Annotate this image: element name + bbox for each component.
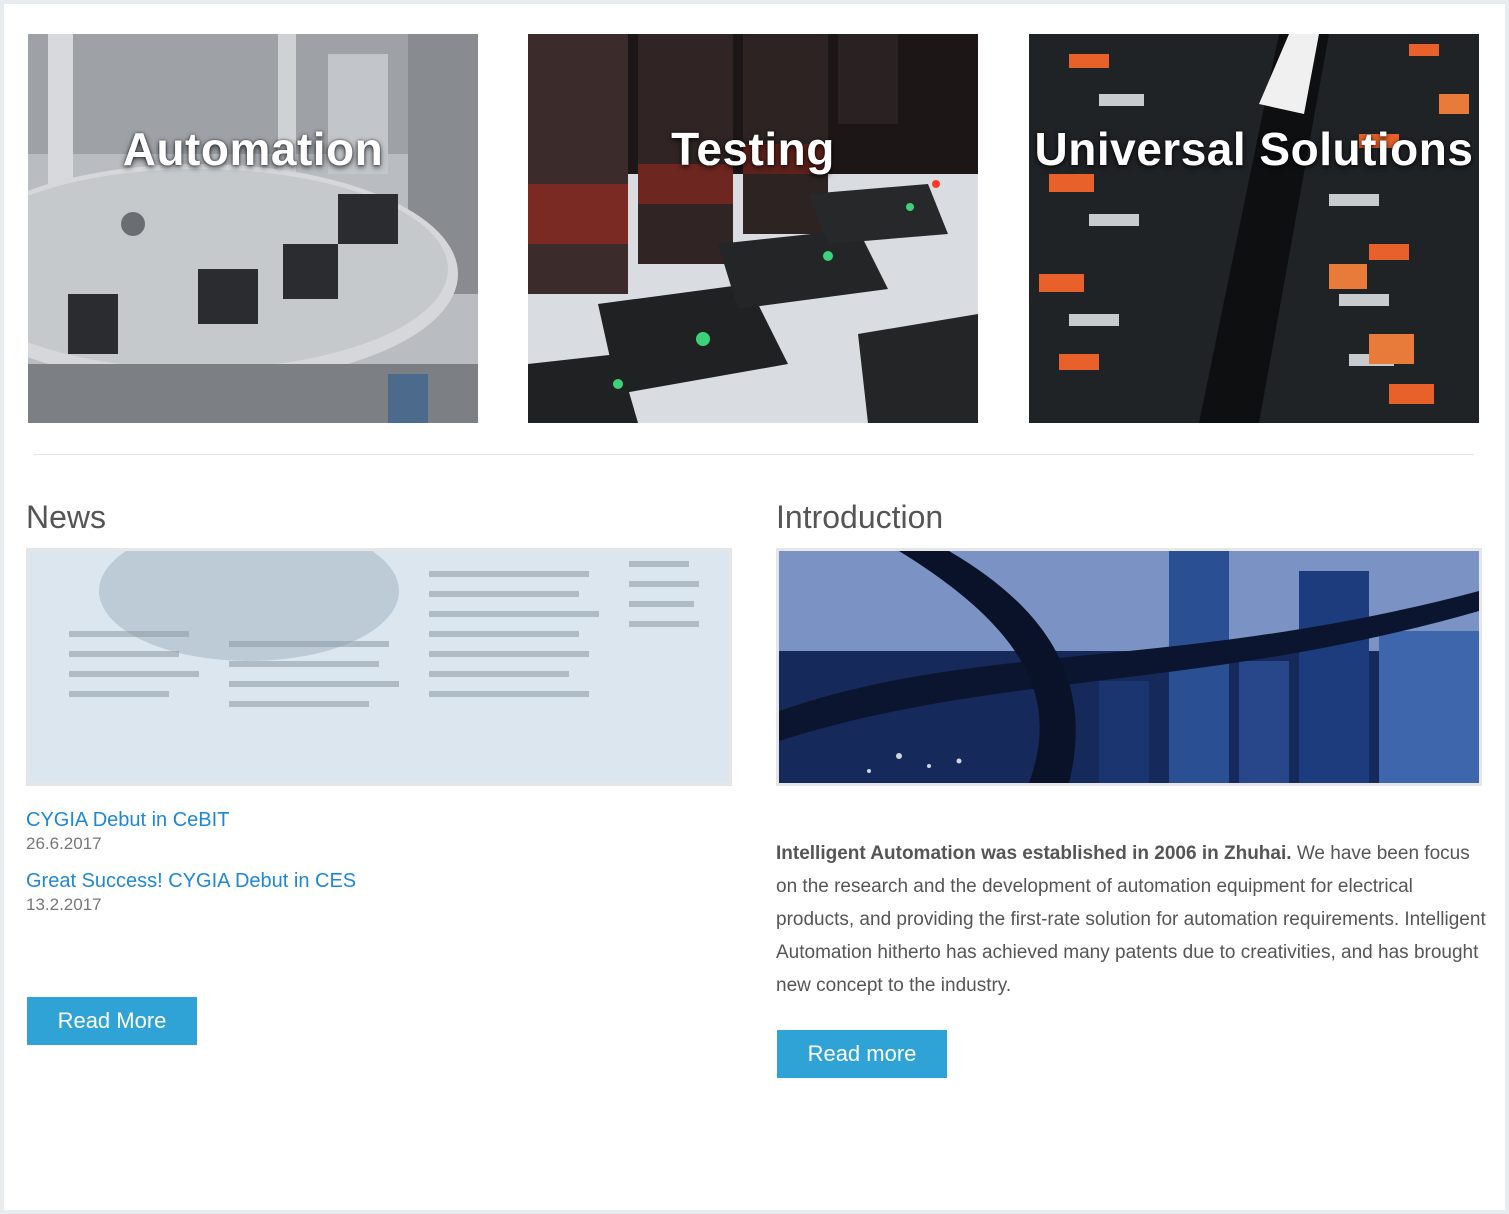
news-image [26,548,732,786]
news-read-more-button[interactable]: Read More [27,997,197,1045]
tile-universal-solutions[interactable]: Universal Solutions [1029,34,1479,423]
tile-title: Testing [671,123,835,175]
introduction-text: Intelligent Automation was established i… [776,837,1486,1002]
city-skyline-illustration [779,551,1479,783]
introduction-read-more-button[interactable]: Read more [777,1030,947,1078]
news-item: Great Success! CYGIA Debut in CES 13.2.2… [26,868,726,916]
news-item: CYGIA Debut in CeBIT 26.6.2017 [26,807,726,855]
page: Automation Testing Universal Solutions N… [4,4,1505,1210]
news-item-link[interactable]: Great Success! CYGIA Debut in CES [26,868,726,894]
tile-automation[interactable]: Automation [28,34,478,423]
introduction-lead: Intelligent Automation was established i… [776,843,1292,864]
testing-image [528,34,978,423]
news-item-link[interactable]: CYGIA Debut in CeBIT [26,807,726,833]
news-item-date: 13.2.2017 [26,895,102,914]
news-list: CYGIA Debut in CeBIT 26.6.2017 Great Suc… [26,807,726,929]
section-divider [34,454,1474,455]
tile-title: Universal Solutions [1034,123,1474,175]
introduction-image [776,548,1482,786]
tile-testing[interactable]: Testing [528,34,978,423]
tile-title: Automation [122,123,384,175]
news-heading: News [26,499,107,535]
introduction-body: We have been focus on the research and t… [776,843,1486,996]
automation-image [28,34,478,423]
news-item-date: 26.6.2017 [26,834,102,853]
introduction-heading: Introduction [776,499,944,535]
universal-solutions-image [1029,34,1479,423]
newspaper-illustration [29,551,729,783]
